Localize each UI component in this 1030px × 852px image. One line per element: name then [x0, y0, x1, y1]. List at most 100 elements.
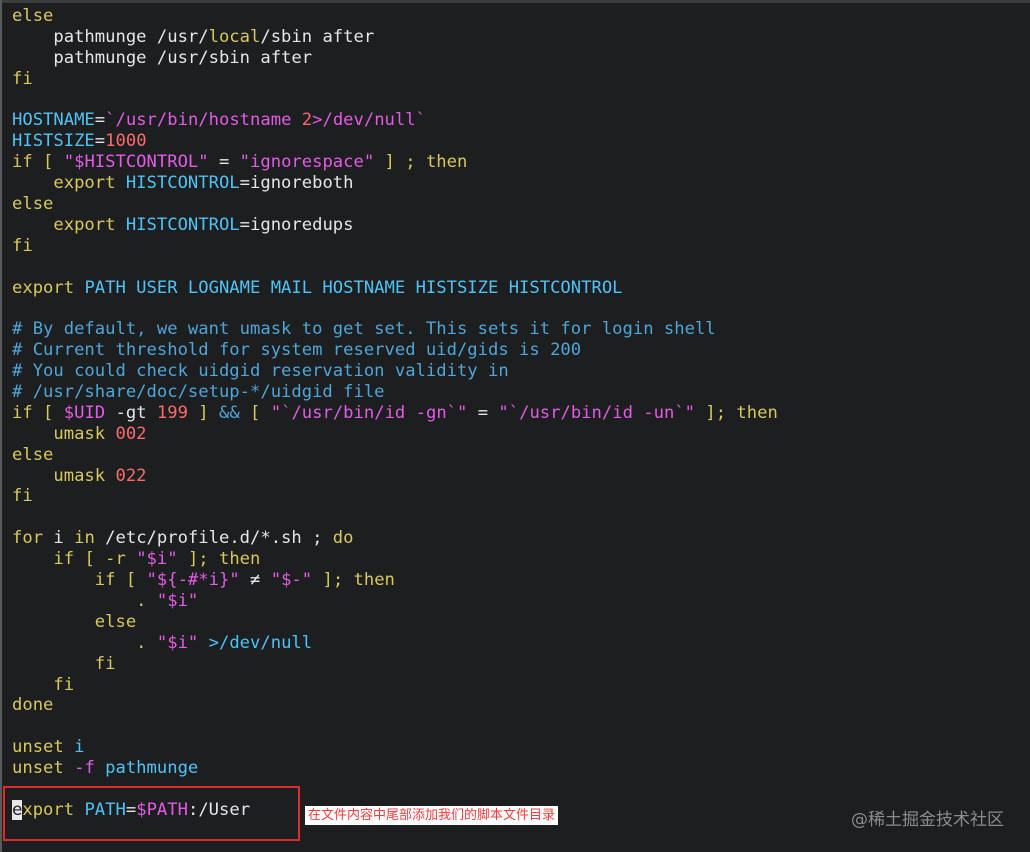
highlight-box	[3, 786, 300, 841]
code-line[interactable]: if [ "$HISTCONTROL" = "ignorespace" ] ; …	[12, 152, 778, 173]
code-token: ] ; then	[374, 152, 468, 173]
code-token: # You could check uidgid reservation val…	[12, 361, 509, 382]
code-line[interactable]: # /usr/share/doc/setup-*/uidgid file	[12, 382, 778, 403]
code-line[interactable]: else	[12, 194, 778, 215]
code-token: .	[12, 590, 157, 611]
code-line[interactable]: if [ -r "$i" ]; then	[12, 549, 778, 570]
code-line[interactable]: else	[12, 445, 778, 466]
code-line[interactable]: fi	[12, 654, 778, 675]
code-line[interactable]: unset -f pathmunge	[12, 758, 778, 779]
code-token: =	[94, 110, 106, 131]
code-line[interactable]: else	[12, 6, 778, 27]
code-line[interactable]: export HISTCONTROL=ignoreboth	[12, 173, 778, 194]
code-line[interactable]: pathmunge /usr/sbin after	[12, 48, 778, 69]
code-token: "$HISTCONTROL"	[63, 152, 209, 173]
code-token: else	[12, 444, 54, 465]
code-line[interactable]: HOSTNAME=`/usr/bin/hostname 2>/dev/null`	[12, 110, 778, 131]
annotation-label: 在文件内容中尾部添加我们的脚本文件目录	[305, 806, 559, 825]
code-token: "${-#*i}"	[146, 570, 240, 591]
code-token: 1000	[105, 131, 147, 152]
code-token: ]; then	[312, 570, 395, 591]
code-token: .	[12, 632, 157, 653]
code-token: "ignorespace"	[239, 152, 375, 173]
code-line[interactable]	[12, 298, 778, 319]
code-line[interactable]	[12, 716, 778, 737]
code-line[interactable]: done	[12, 695, 778, 716]
code-token: i	[74, 737, 85, 758]
vim-editor[interactable]: else pathmunge /usr/local/sbin after pat…	[0, 0, 1030, 852]
code-token: "$-"	[270, 570, 313, 591]
code-token: ≠	[239, 570, 271, 591]
watermark: @稀土掘金技术社区	[851, 810, 1004, 830]
code-token: [	[32, 402, 64, 423]
code-line[interactable]	[12, 257, 778, 278]
code-token: [	[239, 402, 271, 423]
code-token: export	[12, 173, 126, 194]
code-line[interactable]: umask 002	[12, 424, 778, 445]
code-token: 2	[301, 110, 313, 131]
code-token: >/dev/null	[198, 632, 313, 653]
code-line[interactable]: export PATH USER LOGNAME MAIL HOSTNAME H…	[12, 278, 778, 299]
code-line[interactable]: pathmunge /usr/local/sbin after	[12, 27, 778, 48]
code-token: in	[74, 528, 95, 549]
code-token: HISTSIZE	[12, 131, 95, 152]
code-token: HISTCONTROL	[125, 214, 240, 235]
code-token: # By default, we want umask to get set. …	[12, 319, 716, 340]
code-line[interactable]: fi	[12, 675, 778, 696]
code-line[interactable]: for i in /etc/profile.d/*.sh ; do	[12, 528, 778, 549]
code-line[interactable]: . "$i"	[12, 591, 778, 612]
code-token: ]; then	[177, 549, 261, 570]
code-token: unset	[12, 758, 75, 779]
code-token: if	[12, 549, 75, 570]
code-token: pathmunge /usr/	[12, 26, 209, 47]
code-token: [	[115, 570, 147, 591]
code-token: HISTCONTROL	[125, 173, 240, 194]
code-line[interactable]: umask 022	[12, 466, 778, 487]
code-line[interactable]: else	[12, 612, 778, 633]
code-token: pathmunge /usr/sbin after	[12, 47, 313, 68]
code-token: done	[12, 695, 54, 716]
code-line[interactable]: # Current threshold for system reserved …	[12, 340, 778, 361]
code-line[interactable]: # You could check uidgid reservation val…	[12, 361, 778, 382]
code-token: else	[12, 6, 54, 26]
code-token: unset	[12, 737, 75, 758]
code-token: do	[332, 528, 354, 549]
code-token: "`/usr/bin/id -un`"	[498, 402, 696, 423]
code-token: export	[12, 277, 85, 298]
code-token: pathmunge	[105, 758, 199, 779]
code-line[interactable]	[12, 507, 778, 528]
code-token: # /usr/share/doc/setup-*/uidgid file	[12, 382, 385, 403]
code-token: "$i"	[136, 549, 178, 570]
code-line[interactable]: unset i	[12, 737, 778, 758]
code-line[interactable]: if [ "${-#*i}" ≠ "$-" ]; then	[12, 570, 778, 591]
code-token: fi	[12, 674, 75, 695]
code-line[interactable]: export HISTCONTROL=ignoredups	[12, 215, 778, 236]
code-token: 199	[156, 402, 188, 423]
code-area[interactable]: else pathmunge /usr/local/sbin after pat…	[12, 6, 778, 821]
code-token: if	[12, 152, 33, 173]
code-token: if	[12, 402, 33, 423]
code-line[interactable]: fi	[12, 486, 778, 507]
code-token: fi	[12, 235, 33, 256]
code-token: i	[43, 528, 75, 549]
code-token: `/usr/bin/hostname	[105, 110, 302, 131]
code-token: /sbin after	[260, 26, 375, 47]
code-token: HOSTNAME	[12, 110, 95, 131]
code-line[interactable]: if [ $UID -gt 199 ] && [ "`/usr/bin/id -…	[12, 403, 778, 424]
code-token: /etc/profile.d/*.sh ;	[94, 528, 333, 549]
code-token: "$i"	[156, 632, 199, 653]
code-line[interactable]: # By default, we want umask to get set. …	[12, 319, 778, 340]
code-token: umask	[12, 423, 116, 444]
code-token: for	[12, 528, 44, 549]
code-line[interactable]: fi	[12, 236, 778, 257]
code-line[interactable]: . "$i" >/dev/null	[12, 633, 778, 654]
code-token: umask	[12, 465, 116, 486]
code-token: =	[208, 152, 240, 173]
code-token: 022	[115, 465, 147, 486]
code-token: 002	[115, 423, 147, 444]
code-line[interactable]: fi	[12, 69, 778, 90]
code-line[interactable]	[12, 90, 778, 111]
code-token: PATH USER LOGNAME MAIL HOSTNAME HISTSIZE…	[84, 277, 623, 298]
code-line[interactable]: HISTSIZE=1000	[12, 131, 778, 152]
code-token: &&	[219, 402, 240, 423]
